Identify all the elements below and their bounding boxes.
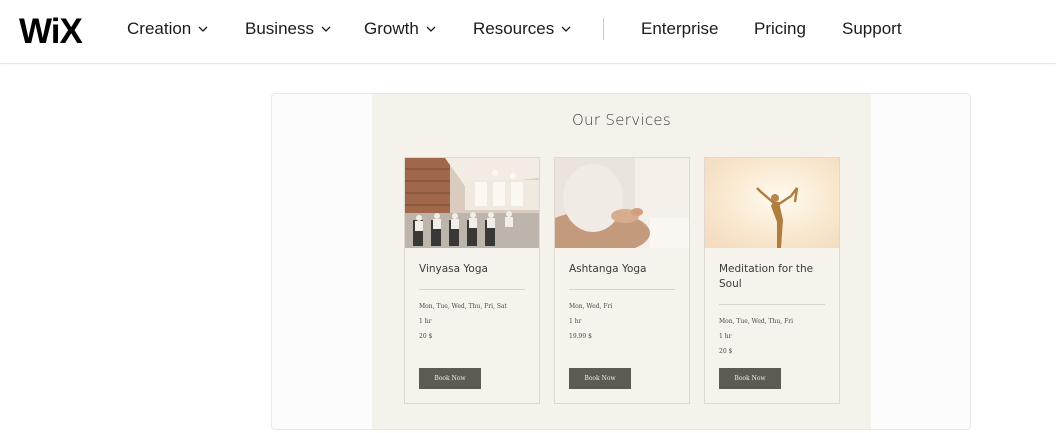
nav-creation[interactable]: Creation [127, 19, 209, 39]
nav-resources-label: Resources [473, 19, 555, 38]
nav-creation-label: Creation [127, 19, 192, 38]
nav-pricing[interactable]: Pricing [754, 19, 806, 39]
wix-logo[interactable]: WiX [19, 12, 83, 52]
nav-growth[interactable]: Growth [364, 19, 437, 39]
service-duration: 1 hr [719, 333, 732, 340]
nav-support[interactable]: Support [842, 19, 902, 39]
chevron-down-icon [321, 26, 331, 32]
service-duration: 1 hr [569, 318, 582, 325]
service-price: 20 $ [719, 348, 733, 355]
services-title: Our Services [571, 111, 672, 129]
service-card-vinyasa: Vinyasa Yoga Mon, Tue, Wed, Thu, Fri, Sa… [404, 157, 540, 404]
divider [419, 289, 525, 290]
divider [569, 289, 675, 290]
nav-support-label: Support [842, 19, 902, 38]
nav-business-label: Business [245, 19, 314, 38]
service-card-meditation: Meditation for the Soul Mon, Tue, Wed, T… [704, 157, 840, 404]
divider [719, 304, 825, 305]
site-preview: Our Services Vinyasa Yoga Mon, Tue, Wed,… [372, 94, 871, 429]
chevron-down-icon [426, 26, 436, 32]
service-name: Vinyasa Yoga [419, 263, 488, 275]
service-price: 20 $ [419, 333, 433, 340]
book-now-button[interactable]: Book Now [719, 368, 781, 389]
service-days: Mon, Tue, Wed, Thu, Fri [719, 318, 794, 325]
book-now-button[interactable]: Book Now [569, 368, 631, 389]
chevron-down-icon [561, 26, 571, 32]
service-name: Meditation for the Soul [719, 263, 814, 290]
nav-business[interactable]: Business [245, 19, 332, 39]
top-navigation-bar: WiX Creation Business Growth Resources E… [0, 0, 1056, 64]
nav-pricing-label: Pricing [754, 19, 806, 38]
book-now-button[interactable]: Book Now [419, 368, 481, 389]
service-price: 19.99 $ [569, 333, 592, 340]
yoga-class-photo [405, 158, 539, 248]
service-card-ashtanga: Ashtanga Yoga Mon, Wed, Fri 1 hr 19.99 $… [554, 157, 690, 404]
service-days: Mon, Wed, Fri [569, 303, 613, 310]
dancer-pose-silhouette-photo [705, 158, 839, 248]
nav-divider [603, 18, 604, 40]
service-name: Ashtanga Yoga [569, 263, 647, 275]
nav-resources[interactable]: Resources [473, 19, 572, 39]
template-preview-frame: Our Services Vinyasa Yoga Mon, Tue, Wed,… [271, 93, 971, 430]
chevron-down-icon [198, 26, 208, 32]
nav-growth-label: Growth [364, 19, 419, 38]
service-days: Mon, Tue, Wed, Thu, Fri, Sat [419, 303, 507, 310]
service-duration: 1 hr [419, 318, 432, 325]
nav-enterprise-label: Enterprise [641, 19, 719, 38]
meditation-hands-photo [555, 158, 689, 248]
nav-enterprise[interactable]: Enterprise [641, 19, 718, 39]
